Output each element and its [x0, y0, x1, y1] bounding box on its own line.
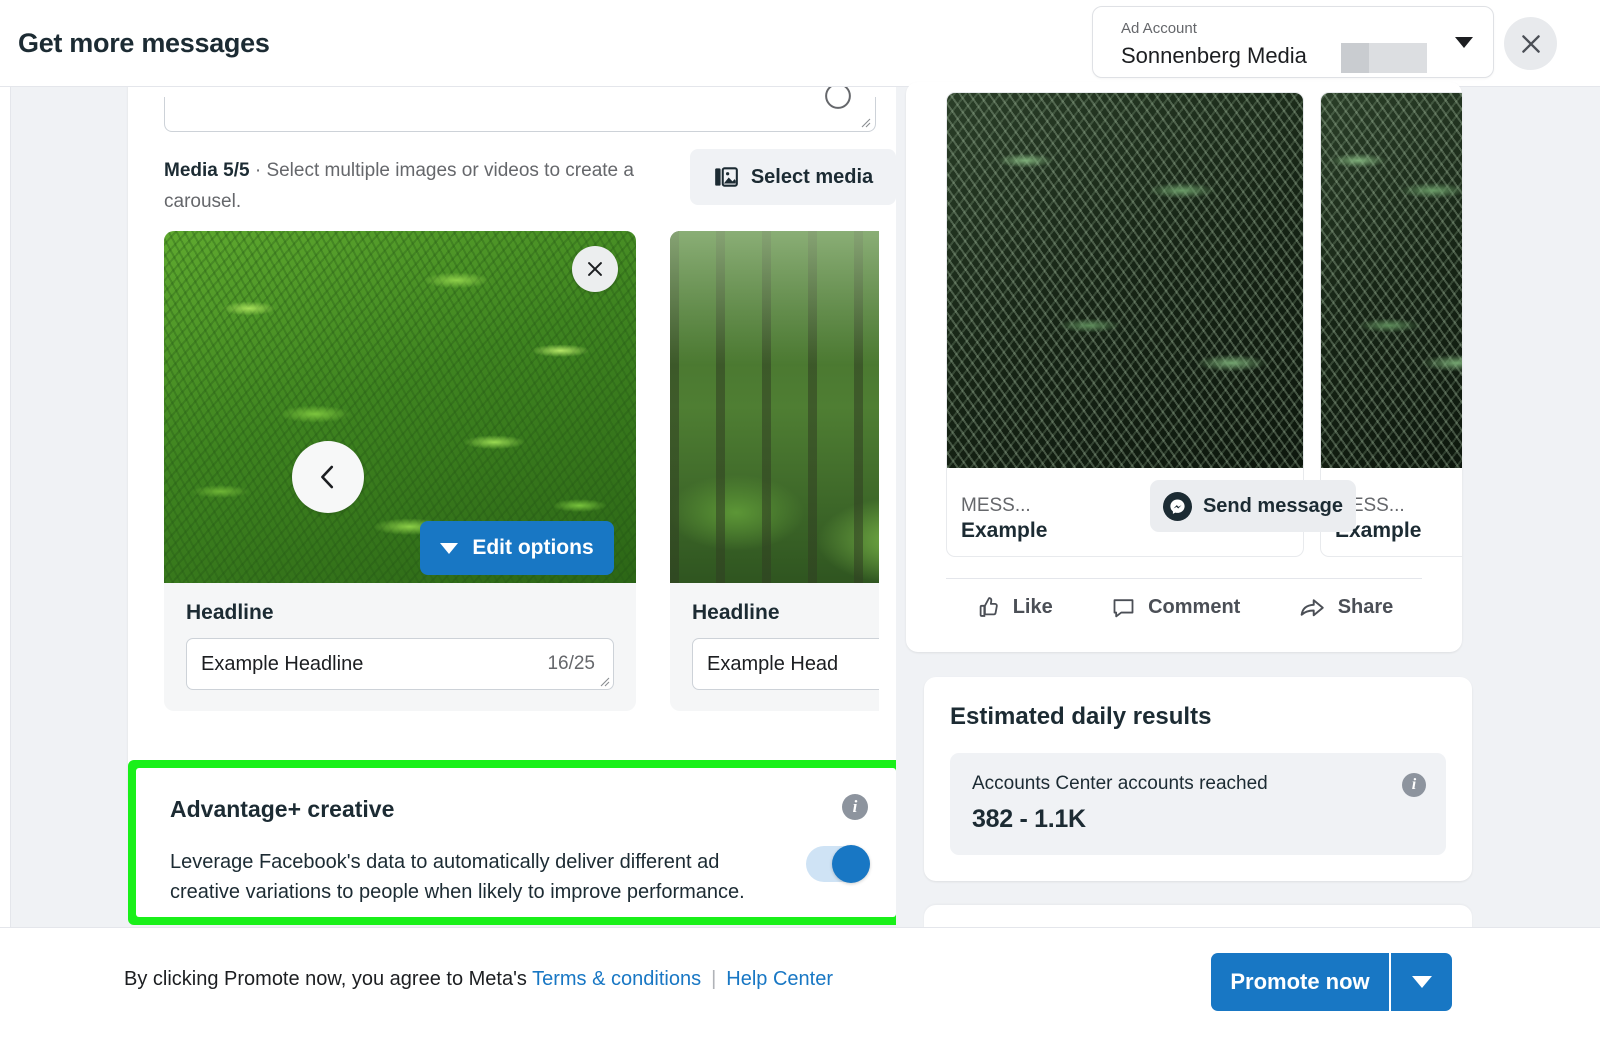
- advantage-creative-highlight: Advantage+ creative i Leverage Facebook'…: [128, 760, 896, 925]
- emoji-picker-icon[interactable]: [823, 87, 853, 111]
- ad-preview-column: MESS... Example MESS... Example: [906, 87, 1600, 947]
- estimated-results-title: Estimated daily results: [950, 703, 1446, 731]
- media-description: Media 5/5 · Select multiple images or vi…: [164, 155, 644, 217]
- share-arrow-icon: [1298, 593, 1327, 622]
- comment-button[interactable]: Comment: [1110, 594, 1240, 621]
- comment-bubble-icon: [1110, 594, 1137, 621]
- resize-handle-icon[interactable]: [859, 116, 871, 128]
- footer-separator: |: [711, 968, 716, 990]
- carousel-prev-button[interactable]: [292, 441, 364, 513]
- advantage-creative-description: Leverage Facebook's data to automaticall…: [170, 847, 750, 907]
- edit-options-button[interactable]: Edit options: [420, 521, 614, 575]
- slide-fields: Headline Example Head: [670, 583, 879, 690]
- close-icon: [1518, 31, 1544, 57]
- left-gutter: [0, 87, 11, 947]
- advantage-creative-title: Advantage+ creative: [170, 796, 866, 823]
- carousel-slide: Headline Example Head: [670, 231, 879, 711]
- agreement-prefix: By clicking Promote now, you agree to Me…: [124, 968, 532, 990]
- chevron-left-icon: [313, 462, 343, 492]
- dialog-header: Get more messages Ad Account Sonnenberg …: [0, 0, 1600, 87]
- headline-label: Headline: [692, 601, 879, 625]
- estimated-results-card: Estimated daily results Accounts Center …: [924, 677, 1472, 881]
- close-icon: [584, 258, 606, 280]
- thumbs-up-icon: [975, 594, 1002, 621]
- info-icon[interactable]: i: [1402, 773, 1426, 797]
- page-title: Get more messages: [18, 28, 270, 59]
- headline-input[interactable]: Example Head: [692, 638, 879, 690]
- like-label: Like: [1013, 596, 1053, 619]
- select-media-button[interactable]: Select media: [690, 149, 896, 205]
- ad-editor-column: Media 5/5 · Select multiple images or vi…: [12, 87, 896, 947]
- edit-options-label: Edit options: [472, 536, 593, 560]
- headline-char-counter: 16/25: [547, 653, 595, 675]
- share-button[interactable]: Share: [1298, 593, 1394, 622]
- send-message-label: Send message: [1203, 495, 1343, 518]
- advantage-creative-card: Advantage+ creative i Leverage Facebook'…: [136, 768, 896, 917]
- share-label: Share: [1338, 596, 1394, 619]
- ad-account-selector[interactable]: Ad Account Sonnenberg Media: [1092, 6, 1494, 78]
- close-dialog-button[interactable]: [1504, 17, 1557, 70]
- advantage-creative-toggle[interactable]: [806, 846, 870, 882]
- headline-value: Example Head: [707, 653, 838, 676]
- chevron-down-icon: [1412, 976, 1432, 988]
- creative-card: Media 5/5 · Select multiple images or vi…: [128, 87, 896, 807]
- primary-text-input[interactable]: [164, 97, 876, 132]
- chevron-down-icon: [1455, 37, 1473, 48]
- image-stack-icon: [713, 164, 739, 190]
- ad-preview-card: MESS... Example MESS... Example: [906, 82, 1462, 652]
- remove-media-button[interactable]: [572, 246, 618, 292]
- comment-label: Comment: [1148, 596, 1240, 619]
- terms-conditions-link[interactable]: Terms & conditions: [532, 968, 701, 990]
- like-button[interactable]: Like: [975, 594, 1053, 621]
- dialog-body: Media 5/5 · Select multiple images or vi…: [0, 87, 1600, 1040]
- help-center-link[interactable]: Help Center: [726, 968, 833, 990]
- estimated-results-metric: Accounts Center accounts reached 382 - 1…: [950, 753, 1446, 855]
- media-count-label: Media 5/5: [164, 160, 250, 181]
- slide-media-thumbnail[interactable]: [670, 231, 879, 583]
- preview-carousel: MESS... Example MESS... Example: [946, 92, 1462, 562]
- resize-handle-icon[interactable]: [598, 675, 610, 687]
- agreement-text: By clicking Promote now, you agree to Me…: [124, 968, 833, 991]
- ad-account-value: Sonnenberg Media: [1121, 43, 1307, 69]
- carousel-slide-list: Edit options Headline Example Headline 1…: [164, 231, 879, 711]
- preview-image: [1321, 93, 1462, 468]
- select-media-label: Select media: [751, 166, 873, 189]
- headline-input[interactable]: Example Headline 16/25: [186, 638, 614, 690]
- media-separator: ·: [250, 160, 267, 181]
- info-icon[interactable]: i: [842, 794, 868, 820]
- messenger-icon: [1163, 492, 1192, 521]
- metric-label: Accounts Center accounts reached: [972, 773, 1424, 795]
- promote-options-button[interactable]: [1391, 953, 1452, 1011]
- headline-label: Headline: [186, 601, 614, 625]
- preview-action-bar: Like Comment Share: [946, 578, 1422, 636]
- dialog-footer: By clicking Promote now, you agree to Me…: [0, 927, 1600, 1040]
- slide-fields: Headline Example Headline 16/25: [164, 583, 636, 690]
- redacted-account-id: [1341, 43, 1427, 73]
- chevron-down-icon: [440, 543, 458, 554]
- headline-value: Example Headline: [201, 653, 363, 676]
- promote-now-button[interactable]: Promote now: [1211, 953, 1389, 1011]
- promote-button-group: Promote now: [1211, 953, 1452, 1011]
- ad-account-label: Ad Account: [1121, 20, 1197, 37]
- preview-image: [947, 93, 1303, 468]
- toggle-knob: [832, 845, 870, 883]
- send-message-button[interactable]: Send message: [1150, 480, 1356, 532]
- metric-value: 382 - 1.1K: [972, 805, 1424, 834]
- carousel-slide: Edit options Headline Example Headline 1…: [164, 231, 636, 711]
